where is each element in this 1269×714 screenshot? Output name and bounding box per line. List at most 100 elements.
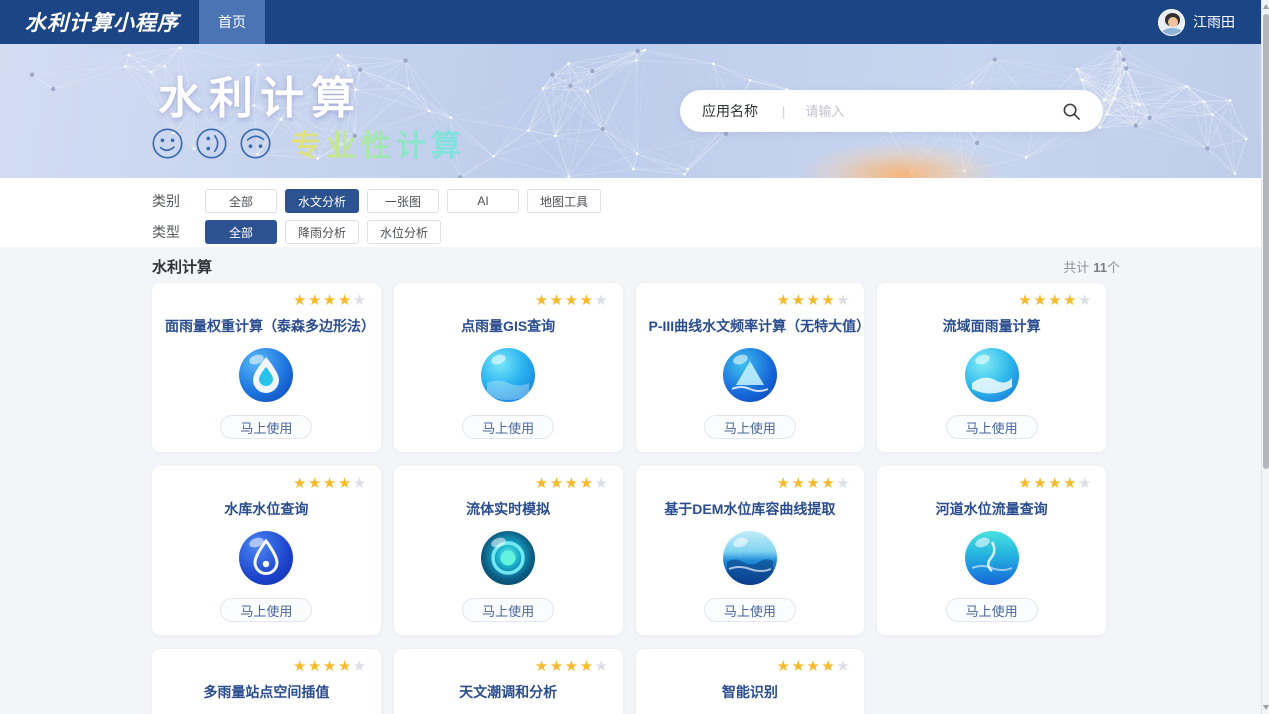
navbar: 水利计算小程序 首页 江雨田 [0, 0, 1261, 44]
app-title: 智能识别 [649, 682, 852, 702]
filter-option[interactable]: 地图工具 [527, 189, 601, 213]
filter-option[interactable]: AI [447, 189, 519, 213]
star-icon: ★ [806, 475, 821, 492]
app-card[interactable]: ★★★★★流体实时模拟马上使用 [394, 466, 623, 635]
use-button[interactable]: 马上使用 [946, 598, 1038, 622]
scrollbar[interactable] [1261, 0, 1269, 714]
search-icon[interactable] [1062, 102, 1081, 121]
use-button[interactable]: 马上使用 [220, 415, 312, 439]
star-icon: ★ [791, 658, 806, 675]
rating-stars: ★★★★★ [407, 659, 610, 675]
app-card[interactable]: ★★★★★天文潮调和分析马上使用 [394, 649, 623, 714]
app-card[interactable]: ★★★★★河道水位流量查询马上使用 [877, 466, 1106, 635]
avatar [1158, 9, 1185, 36]
app-title: 天文潮调和分析 [407, 682, 610, 702]
app-title: P-III曲线水文频率计算（无特大值） [649, 316, 852, 336]
water-drop-icon [239, 348, 293, 402]
river-splash-icon [965, 531, 1019, 585]
app-card[interactable]: ★★★★★水库水位查询马上使用 [152, 466, 381, 635]
scrollbar-thumb[interactable] [1263, 14, 1269, 469]
smiley-face-icon [151, 127, 184, 160]
star-icon: ★ [308, 658, 323, 675]
dem-ocean-icon [723, 531, 777, 585]
user-menu[interactable]: 江雨田 [1158, 0, 1235, 44]
star-icon: ★ [293, 292, 308, 309]
use-button[interactable]: 马上使用 [462, 415, 554, 439]
star-icon: ★ [595, 475, 610, 492]
star-icon: ★ [776, 658, 791, 675]
app-card[interactable]: ★★★★★点雨量GIS查询马上使用 [394, 283, 623, 452]
star-icon: ★ [338, 475, 353, 492]
star-icon: ★ [836, 292, 851, 309]
app-title: 流域面雨量计算 [890, 316, 1093, 336]
star-icon: ★ [836, 658, 851, 675]
star-icon: ★ [293, 658, 308, 675]
star-icon: ★ [338, 292, 353, 309]
use-button[interactable]: 马上使用 [704, 598, 796, 622]
hero-title: 水利计算 [158, 62, 362, 126]
star-icon: ★ [353, 292, 368, 309]
scrollbar-up-arrow[interactable] [1263, 4, 1269, 9]
star-icon: ★ [1048, 475, 1063, 492]
app-card[interactable]: ★★★★★ 流域面雨量计算马上使用 [877, 283, 1106, 452]
star-icon: ★ [806, 292, 821, 309]
filter-option[interactable]: 一张图 [367, 189, 439, 213]
filter-option[interactable]: 全部 [205, 189, 277, 213]
rating-stars: ★★★★★ [649, 476, 852, 492]
app-card[interactable]: ★★★★★智能识别马上使用 [636, 649, 865, 714]
star-icon: ★ [776, 292, 791, 309]
star-icon: ★ [535, 658, 550, 675]
star-icon: ★ [1033, 475, 1048, 492]
star-icon: ★ [1033, 292, 1048, 309]
basin-sphere-icon [965, 348, 1019, 402]
reservoir-drop-icon [239, 531, 293, 585]
search-bar[interactable]: 应用名称 | [680, 90, 1103, 132]
use-button[interactable]: 马上使用 [462, 598, 554, 622]
star-icon: ★ [293, 475, 308, 492]
star-icon: ★ [550, 292, 565, 309]
filter-row: 类别全部水文分析一张图 AI 地图工具 [152, 189, 1261, 213]
app-card[interactable]: ★★★★★基于DEM水位库容曲线提取马上使用 [636, 466, 865, 635]
rating-stars: ★★★★★ [890, 293, 1093, 309]
star-icon: ★ [1018, 475, 1033, 492]
main-content: 水利计算 共计11个 ★★★★★面雨量权重计算（泰森多边形法）马上使用★★★★★… [0, 247, 1261, 714]
star-icon: ★ [1063, 475, 1078, 492]
filter-option[interactable]: 水位分析 [367, 220, 441, 244]
star-icon: ★ [580, 658, 595, 675]
star-icon: ★ [1048, 292, 1063, 309]
upside-smiley-icon [239, 127, 272, 160]
filter-group-label: 类别 [152, 191, 190, 211]
search-input[interactable] [805, 104, 1052, 119]
app-card[interactable]: ★★★★★ 面雨量权重计算（泰森多边形法） 马上使用 [152, 283, 381, 452]
rating-stars: ★★★★★ [890, 476, 1093, 492]
star-icon: ★ [821, 658, 836, 675]
tab-home[interactable]: 首页 [199, 0, 265, 44]
sideways-smiley-icon [195, 127, 228, 160]
filter-row: 类型全部降雨分析水位分析 [152, 220, 1261, 244]
filter-option[interactable]: 降雨分析 [285, 220, 359, 244]
filter-option[interactable]: 全部 [205, 220, 277, 244]
app-grid: ★★★★★面雨量权重计算（泰森多边形法）马上使用★★★★★点雨量GIS查询马上使… [152, 283, 1106, 714]
rating-stars: ★★★★★ [165, 659, 368, 675]
gis-globe-icon [481, 348, 535, 402]
use-button[interactable]: 马上使用 [704, 415, 796, 439]
rating-stars: ★★★★★ [165, 293, 368, 309]
app-card[interactable]: ★★★★★P-III曲线水文频率计算（无特大值）马上使用 [636, 283, 865, 452]
hero-banner: 水利计算 专业性计算 应用名称 | [0, 44, 1269, 178]
rating-stars: ★★★★★ [407, 476, 610, 492]
star-icon: ★ [821, 292, 836, 309]
app-title: 面雨量权重计算（泰森多边形法） [165, 316, 368, 336]
star-icon: ★ [1078, 292, 1093, 309]
filter-option[interactable]: 水文分析 [285, 189, 359, 213]
star-icon: ★ [776, 475, 791, 492]
star-icon: ★ [595, 292, 610, 309]
search-separator: | [782, 104, 785, 119]
use-button[interactable]: 马上使用 [946, 415, 1038, 439]
app-card[interactable]: ★★★★★多雨量站点空间插值马上使用 [152, 649, 381, 714]
star-icon: ★ [791, 292, 806, 309]
scrollbar-down-arrow[interactable] [1263, 705, 1269, 710]
star-icon: ★ [323, 292, 338, 309]
app-title: 多雨量站点空间插值 [165, 682, 368, 702]
star-icon: ★ [1063, 292, 1078, 309]
use-button[interactable]: 马上使用 [220, 598, 312, 622]
